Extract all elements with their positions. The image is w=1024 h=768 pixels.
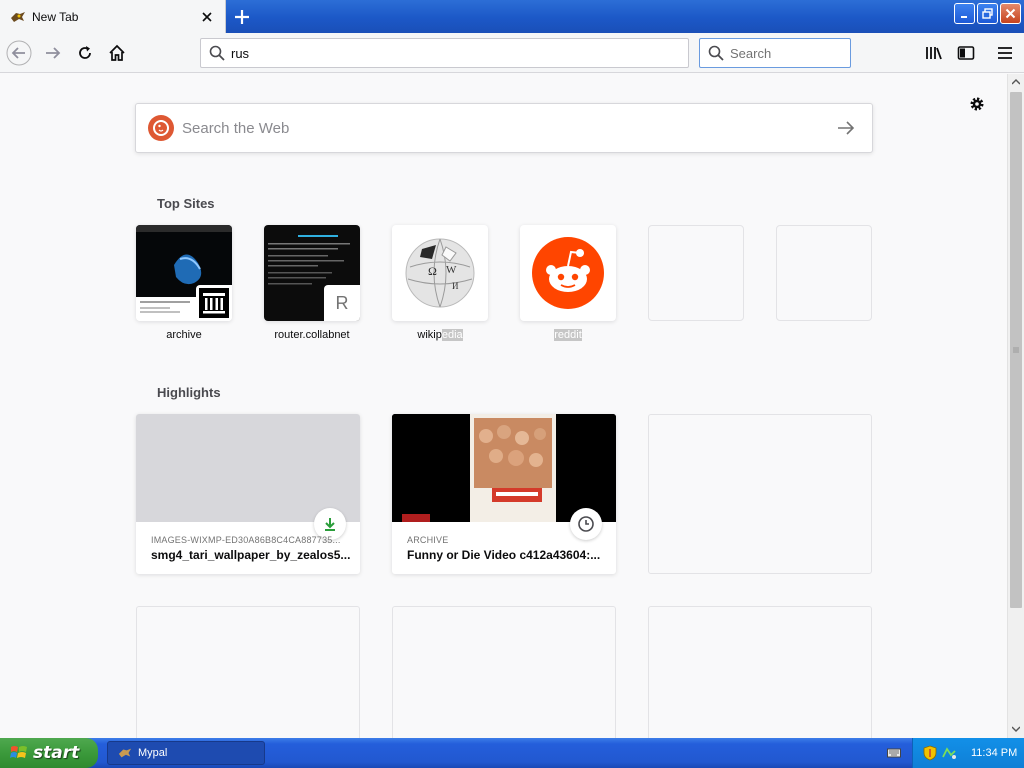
plus-icon [235,10,249,24]
search-bar[interactable] [699,38,851,68]
navigation-toolbar [0,33,1024,73]
back-arrow-icon [6,40,32,66]
menu-button[interactable] [991,39,1019,67]
archive-favicon [196,285,232,321]
duckduckgo-logo-icon [148,115,174,141]
top-site-router-collabnet[interactable]: R router.collabnet [264,225,360,341]
highlight-empty [136,606,360,738]
highlight-context: ARCHIVE [407,535,449,545]
taskbar-item-mypal[interactable]: Mypal [107,741,265,765]
highlight-empty [392,606,616,738]
highlight-title: smg4_tari_wallpaper_by_zealos5... [151,548,351,562]
vertical-scrollbar[interactable] [1007,74,1024,738]
url-bar[interactable] [200,38,689,68]
top-site-archive[interactable]: archive [136,225,232,341]
label-selected-part: edia [441,329,463,341]
mypal-icon [118,748,132,758]
hamburger-menu-icon [998,47,1012,59]
top-site-empty[interactable] [776,225,872,321]
library-button[interactable] [920,39,948,67]
arrow-right-icon [838,121,855,135]
minimize-button[interactable] [954,3,975,24]
site-thumbnail [520,225,616,321]
scrollbar-thumb[interactable] [1010,92,1022,608]
highlight-card[interactable]: IMAGES-WIXMP-ED30A86B8C4CA887735... smg4… [136,414,360,574]
forward-button[interactable] [39,39,67,67]
highlight-empty [648,414,872,574]
search-icon [209,45,225,61]
museum-columns-icon [199,288,229,318]
top-site-reddit[interactable]: reddit [520,225,616,341]
reload-button[interactable] [71,39,99,67]
svg-text:Ω: Ω [428,264,437,278]
restore-button[interactable] [977,3,998,24]
search-icon [708,45,724,61]
keyboard-icon[interactable] [887,746,901,760]
clock: 11:34 PM [971,747,1018,759]
windows-logo-icon [10,746,27,758]
fallback-letter: R [335,292,349,313]
tab-new-tab[interactable]: New Tab [0,0,226,33]
shield-icon[interactable] [923,745,937,761]
close-window-button[interactable] [1000,3,1021,24]
scroll-up-arrow-icon[interactable] [1008,74,1024,90]
settings-button[interactable] [966,93,988,115]
new-tab-button[interactable] [229,4,255,30]
highlight-title: Funny or Die Video c412a43604:... [407,548,601,562]
home-button[interactable] [103,39,131,67]
web-search-box[interactable]: Search the Web [135,103,873,153]
window-controls [954,3,1021,24]
reload-icon [79,46,91,59]
tab-title: New Tab [32,9,79,24]
empty-tile [648,225,744,321]
highlight-empty [648,606,872,738]
top-site-empty[interactable] [648,225,744,321]
site-thumbnail [136,225,232,321]
reddit-logo-icon [532,237,604,309]
top-site-label: router.collabnet [274,329,350,341]
web-search-placeholder: Search the Web [182,119,290,137]
mypal-icon [11,11,25,22]
new-tab-page: Search the Web Top Sites archive R route… [0,74,1007,738]
taskbar-item-label: Mypal [138,747,168,759]
wikipedia-globe-icon: Ω W И [405,238,475,308]
network-icon[interactable] [941,745,957,761]
top-site-label: reddit [520,329,616,341]
url-input[interactable] [231,45,688,61]
empty-tile [776,225,872,321]
close-tab-icon[interactable] [195,5,219,29]
label-unselected-part: wikip [417,329,442,341]
scroll-down-arrow-icon[interactable] [1008,721,1024,737]
sidebar-button[interactable] [952,39,980,67]
svg-text:W: W [446,264,457,276]
top-site-label: wikipedia [392,329,488,341]
highlights-heading: Highlights [157,385,221,400]
start-label: start [33,743,80,763]
highlight-thumbnail [392,414,616,522]
start-button[interactable]: start [0,738,98,768]
highlight-thumbnail [136,414,360,522]
search-go-button[interactable] [826,108,866,148]
search-input[interactable] [730,45,850,61]
svg-text:И: И [452,281,459,291]
highlight-context: IMAGES-WIXMP-ED30A86B8C4CA887735... [151,535,341,545]
top-site-label: archive [166,329,202,341]
library-icon [926,47,942,60]
site-thumbnail: R [264,225,360,321]
highlight-card[interactable]: ARCHIVE Funny or Die Video c412a43604:..… [392,414,616,574]
forward-arrow-icon [46,47,61,59]
router-fallback-favicon: R [324,285,360,321]
top-site-wikipedia[interactable]: Ω W И wikipedia [392,225,488,341]
system-tray: 11:34 PM [912,738,1024,768]
back-button[interactable] [5,39,33,67]
taskbar: start Mypal 11:34 PM [0,738,1024,768]
title-bar: New Tab [0,0,1024,33]
gear-icon [970,97,984,111]
top-sites-heading: Top Sites [157,196,215,211]
label-selected-part: reddit [554,329,582,341]
site-thumbnail: Ω W И [392,225,488,321]
home-icon [109,44,125,61]
sidebar-icon [957,46,975,60]
